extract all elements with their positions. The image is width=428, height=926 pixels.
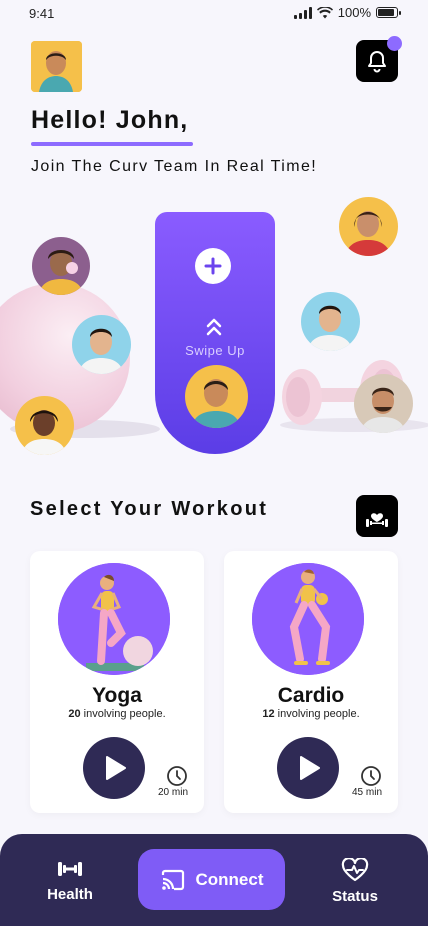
member-avatar[interactable] xyxy=(301,292,360,351)
play-icon xyxy=(300,756,320,780)
participant-text: involving people. xyxy=(277,708,360,720)
status-indicators: 100% xyxy=(293,5,401,20)
participant-count: 20 xyxy=(68,708,81,720)
profile-avatar[interactable] xyxy=(31,41,82,92)
plus-icon xyxy=(204,257,222,275)
clock-icon xyxy=(167,766,187,786)
member-avatar[interactable] xyxy=(32,237,90,295)
heart-pulse-icon xyxy=(341,858,369,882)
swipe-up-label: Swipe Up xyxy=(185,343,245,358)
participant-text: involving people. xyxy=(83,708,166,720)
add-button[interactable] xyxy=(195,248,231,284)
member-avatar[interactable] xyxy=(72,315,131,374)
participant-count: 12 xyxy=(262,708,275,720)
greeting-underline xyxy=(31,142,193,146)
greeting-title: Hello! John, xyxy=(31,106,189,134)
nav-label: Health xyxy=(47,886,93,903)
battery-icon xyxy=(376,7,401,18)
current-user-avatar[interactable] xyxy=(185,365,248,428)
workout-title: Cardio xyxy=(277,684,345,707)
double-chevron-up-icon xyxy=(206,318,222,336)
nav-item-health[interactable]: Health xyxy=(25,858,115,903)
workout-filter-button[interactable] xyxy=(356,495,398,537)
battery-percent: 100% xyxy=(337,5,371,20)
wifi-icon xyxy=(316,6,333,18)
section-title: Select Your Workout xyxy=(30,498,269,520)
nav-label: Connect xyxy=(195,869,264,889)
bell-icon xyxy=(368,51,386,73)
member-avatar[interactable] xyxy=(354,374,413,433)
clock-icon xyxy=(361,766,381,786)
workout-participants: 20 involving people. xyxy=(30,708,204,720)
workout-card-cardio[interactable]: Cardio 12 involving people. 45 min xyxy=(224,551,398,813)
workout-duration: 20 min xyxy=(157,787,188,798)
member-avatar[interactable] xyxy=(15,396,74,455)
cast-icon xyxy=(161,869,184,890)
greeting-subtitle: Join The Curv Team In Real Time! xyxy=(31,158,318,175)
workout-card-yoga[interactable]: Yoga 20 involving people. 20 min xyxy=(30,551,204,813)
workout-duration: 45 min xyxy=(351,787,382,798)
play-button[interactable] xyxy=(83,737,145,799)
nav-item-connect[interactable]: Connect xyxy=(138,849,285,910)
workout-title: Yoga xyxy=(92,684,142,707)
notification-dot xyxy=(387,36,402,51)
nav-label: Status xyxy=(332,888,378,905)
member-avatar[interactable] xyxy=(339,197,398,256)
play-button[interactable] xyxy=(277,737,339,799)
play-icon xyxy=(106,756,126,780)
yoga-illustration xyxy=(58,563,170,675)
nav-item-status[interactable]: Status xyxy=(310,858,400,905)
status-time: 9:41 xyxy=(29,6,55,21)
workout-participants: 12 involving people. xyxy=(224,708,398,720)
cardio-illustration xyxy=(252,563,364,675)
fitness-heart-icon xyxy=(366,513,388,527)
dumbbell-icon xyxy=(58,862,82,876)
bottom-nav: Health Connect Status xyxy=(0,834,428,926)
signal-icon xyxy=(293,6,312,19)
